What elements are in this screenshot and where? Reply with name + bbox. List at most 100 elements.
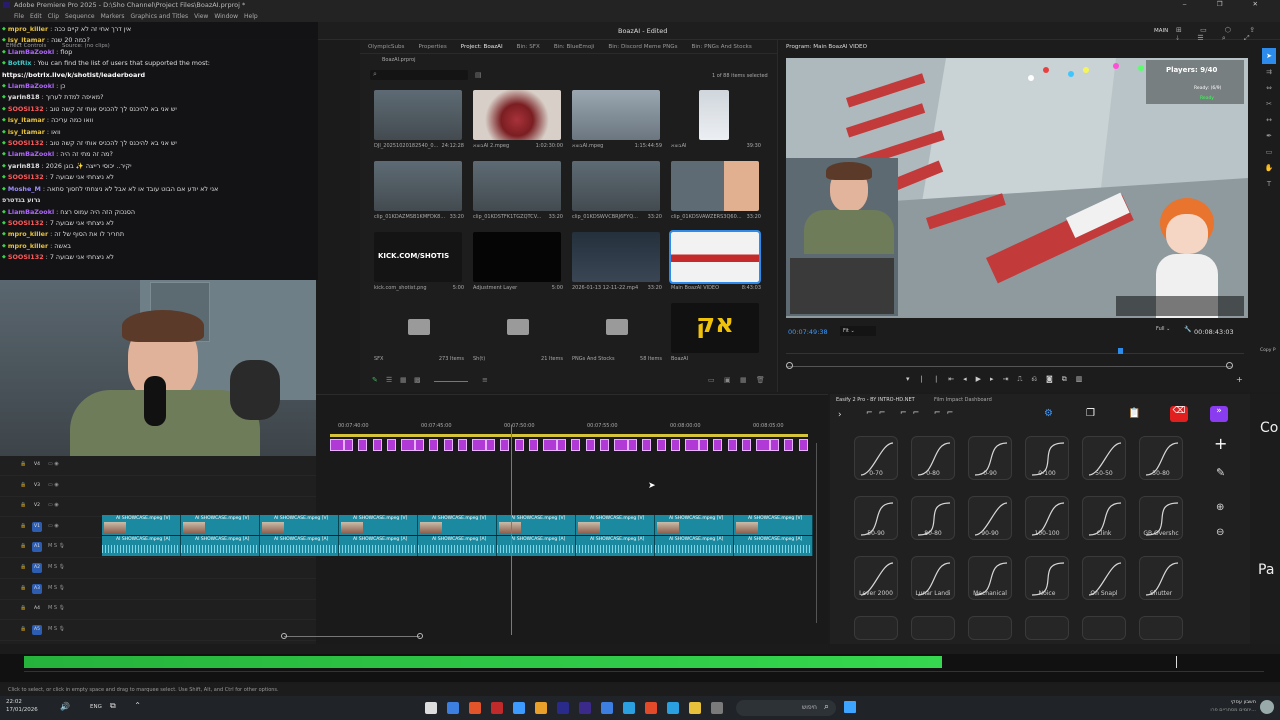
project-tab[interactable]: OlympicSubs: [368, 44, 404, 50]
go-in-icon[interactable]: ⇤: [948, 375, 963, 383]
lock-icon[interactable]: 🔒: [20, 626, 26, 632]
graphic-clip[interactable]: [514, 439, 524, 451]
program-playhead-marker[interactable]: [1118, 348, 1123, 354]
razor-icon[interactable]: ✂: [1262, 96, 1276, 112]
wrench-icon[interactable]: 🔧: [1184, 326, 1191, 333]
notification[interactable]: חשבון עסקי יוזמים מסחריים פרו...: [1200, 698, 1256, 714]
lock-icon[interactable]: 🔒: [20, 461, 26, 467]
eye-icon[interactable]: ▭ ◉: [48, 502, 59, 508]
video-clip[interactable]: AI SHOWCASE.mpeg [V]: [181, 515, 260, 535]
project-tab[interactable]: Bin: PNGs And Stocks: [692, 44, 752, 50]
quality-dropdown[interactable]: Full ⌄: [1156, 326, 1170, 332]
video-clip[interactable]: AI SHOWCASE.mpeg [V]: [655, 515, 734, 535]
taskbar-app-icon[interactable]: [623, 702, 635, 714]
audio-clip[interactable]: AI SHOWCASE.mpeg [A]: [655, 536, 734, 556]
automate-icon[interactable]: ▭: [708, 376, 715, 384]
ease-preset[interactable]: [911, 616, 955, 640]
expand-arrow-icon[interactable]: ›: [838, 410, 842, 420]
go-out-icon[interactable]: ⇥: [1003, 375, 1018, 383]
graphic-clip[interactable]: [415, 439, 425, 451]
vertical-scroll[interactable]: [816, 443, 817, 623]
taskbar-app-icon[interactable]: [645, 702, 657, 714]
sort-icon[interactable]: ≡: [482, 376, 488, 384]
graphic-clip[interactable]: [372, 439, 382, 451]
zoom-in-icon[interactable]: ⊕: [1216, 502, 1224, 513]
new-item-icon[interactable]: ▦: [740, 376, 747, 384]
project-item[interactable]: clip_01KDSWVCBRJ6FYQ... 33:20: [572, 161, 662, 220]
taskbar-app-icon[interactable]: [447, 702, 459, 714]
lock-icon[interactable]: 🔒: [20, 502, 26, 508]
copy-icon[interactable]: ❐: [1086, 408, 1095, 419]
track-label[interactable]: A5: [32, 624, 42, 635]
project-tab[interactable]: Bin: Discord Meme PNGs: [608, 44, 677, 50]
trash-icon[interactable]: 🗑: [756, 376, 765, 384]
mute-solo-icons[interactable]: M S 🎙: [48, 626, 65, 632]
graphic-clip[interactable]: [699, 439, 709, 451]
scroll-handle-right[interactable]: [417, 633, 423, 639]
timeline-playhead[interactable]: [510, 425, 512, 635]
start-icon[interactable]: [844, 701, 856, 713]
taskbar-app-icon[interactable]: [557, 702, 569, 714]
program-scrub-bar[interactable]: [786, 344, 1244, 354]
track-label[interactable]: A2: [32, 563, 42, 573]
video-clip[interactable]: AI SHOWCASE.mpeg [V]: [576, 515, 655, 535]
ease-preset[interactable]: [1025, 616, 1069, 640]
graphic-clip[interactable]: [670, 439, 680, 451]
project-item[interactable]: PNGs And Stocks 58 Items: [572, 303, 662, 362]
zoom-bar[interactable]: [786, 366, 1232, 367]
project-item[interactable]: בוצאAI 2.mpeg 1:02:30:00: [473, 90, 563, 149]
track-label[interactable]: V4: [32, 460, 42, 470]
step-forward-icon[interactable]: ▸: [990, 375, 1003, 383]
tab-effect-controls[interactable]: Effect Controls: [6, 43, 46, 49]
mark-out-icon[interactable]: ❘: [933, 375, 948, 383]
chat-username[interactable]: mpro_killer: [8, 229, 48, 240]
taskbar-app-icon[interactable]: [491, 702, 503, 714]
volume-icon[interactable]: 🔊: [60, 702, 70, 711]
mute-solo-icons[interactable]: M S 🎙: [48, 543, 65, 549]
step-back-icon[interactable]: ◂: [963, 375, 976, 383]
video-clip[interactable]: AI SHOWCASE.mpeg [V]: [734, 515, 813, 535]
window-controls[interactable]: ‒ ❐ ✕: [1182, 0, 1272, 8]
workspace-label[interactable]: MAIN: [1154, 28, 1168, 34]
clock[interactable]: 22:02 17/01/2026: [6, 698, 38, 714]
menu-item[interactable]: Markers: [101, 13, 125, 20]
add-preset-icon[interactable]: +: [1214, 434, 1227, 453]
track-header[interactable]: 🔒 A2 M S 🎙: [0, 559, 316, 579]
chat-username[interactable]: Moshe_M: [8, 184, 41, 195]
project-item[interactable]: clip_01KDAZMSB1KMFDK8... 33:20: [374, 161, 464, 220]
timeline-scrollbar[interactable]: [284, 636, 420, 637]
audio-clip[interactable]: AI SHOWCASE.mpeg [A]: [102, 536, 181, 556]
mute-solo-icons[interactable]: M S 🎙: [48, 585, 65, 591]
graphic-clip[interactable]: [429, 439, 439, 451]
lift-icon[interactable]: ⎍: [1017, 375, 1031, 383]
tab-source[interactable]: Source: (no clips): [62, 43, 110, 49]
chat-username[interactable]: LiamBaZookl: [8, 81, 54, 92]
graphic-clip[interactable]: [784, 439, 794, 451]
audio-clip[interactable]: AI SHOWCASE.mpeg [A]: [576, 536, 655, 556]
lock-icon[interactable]: 🔒: [20, 585, 26, 591]
list-view-icon[interactable]: ☰: [386, 376, 392, 384]
lock-icon[interactable]: 🔒: [20, 523, 26, 529]
audio-clip[interactable]: AI SHOWCASE.mpeg [A]: [339, 536, 418, 556]
ease-preset[interactable]: [968, 616, 1012, 640]
project-item[interactable]: Main BoazAI VIDEO 8:43:03: [669, 230, 761, 291]
ease-preset[interactable]: [854, 616, 898, 640]
menu-item[interactable]: View: [194, 13, 208, 20]
menu-item[interactable]: Window: [214, 13, 238, 20]
audio-clip[interactable]: AI SHOWCASE.mpeg [A]: [260, 536, 339, 556]
video-clip[interactable]: AI SHOWCASE.mpeg [V]: [260, 515, 339, 535]
graphic-clip[interactable]: [770, 439, 780, 451]
chat-username[interactable]: SOOSI132: [8, 172, 44, 183]
chat-username[interactable]: SOOSI132: [8, 218, 44, 229]
project-item[interactable]: 2026-01-13 12-11-22.mp4 33:20: [572, 232, 662, 291]
delete-icon[interactable]: ⌫: [1170, 406, 1188, 422]
audio-clip[interactable]: AI SHOWCASE.mpeg [A]: [734, 536, 813, 556]
track-label[interactable]: A3: [32, 583, 42, 594]
taskbar-search[interactable]: חיפוש ⌕: [736, 700, 836, 716]
chat-username[interactable]: yarin818: [8, 161, 40, 172]
graphic-clip[interactable]: [344, 439, 354, 451]
track-label[interactable]: A4: [32, 604, 42, 614]
chat-username[interactable]: isy_itamar: [8, 127, 45, 138]
audio-clip[interactable]: AI SHOWCASE.mpeg [A]: [497, 536, 576, 556]
scroll-handle-left[interactable]: [281, 633, 287, 639]
